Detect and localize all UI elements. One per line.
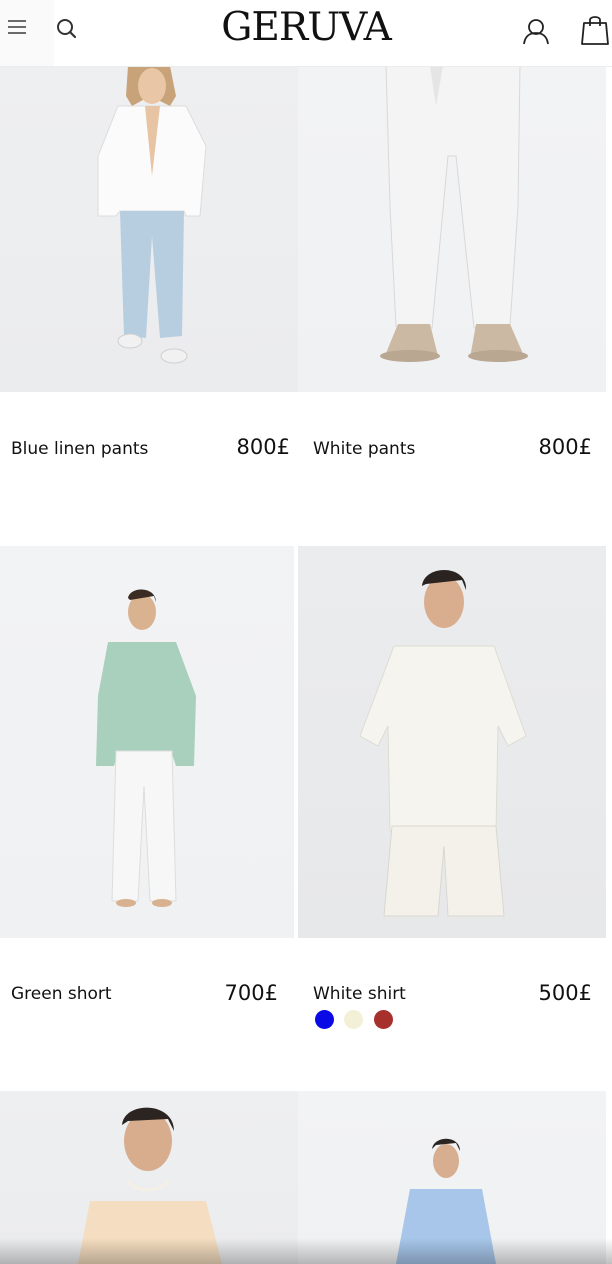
model-photo: [380, 66, 528, 362]
product-image-green-short[interactable]: [0, 546, 294, 938]
product-image-white-shirt[interactable]: [298, 546, 606, 938]
product-image-blue-linen-pants[interactable]: [0, 66, 298, 392]
product-name[interactable]: White pants: [313, 439, 415, 459]
product-price: 800£: [538, 435, 592, 459]
product-price: 700£: [224, 981, 278, 1005]
product-image-white-pants[interactable]: [298, 66, 606, 392]
color-swatch-cream[interactable]: [344, 1010, 363, 1029]
product-name[interactable]: Blue linen pants: [11, 439, 148, 459]
site-header: GERUVA: [0, 0, 612, 67]
product-name[interactable]: Green short: [11, 984, 112, 1004]
color-swatch-red[interactable]: [374, 1010, 393, 1029]
product-name[interactable]: White shirt: [313, 984, 406, 1004]
brand-logo[interactable]: GERUVA: [0, 6, 612, 50]
user-account-icon[interactable]: [522, 17, 550, 45]
model-photo: [96, 589, 196, 907]
model-photo: [97, 66, 207, 364]
bottom-shadow: [0, 1238, 612, 1264]
product-price: 800£: [236, 435, 290, 459]
color-swatch-blue[interactable]: [315, 1010, 334, 1029]
model-photo: [359, 569, 527, 917]
product-price: 500£: [538, 981, 592, 1005]
shopping-bag-icon[interactable]: [580, 14, 610, 46]
